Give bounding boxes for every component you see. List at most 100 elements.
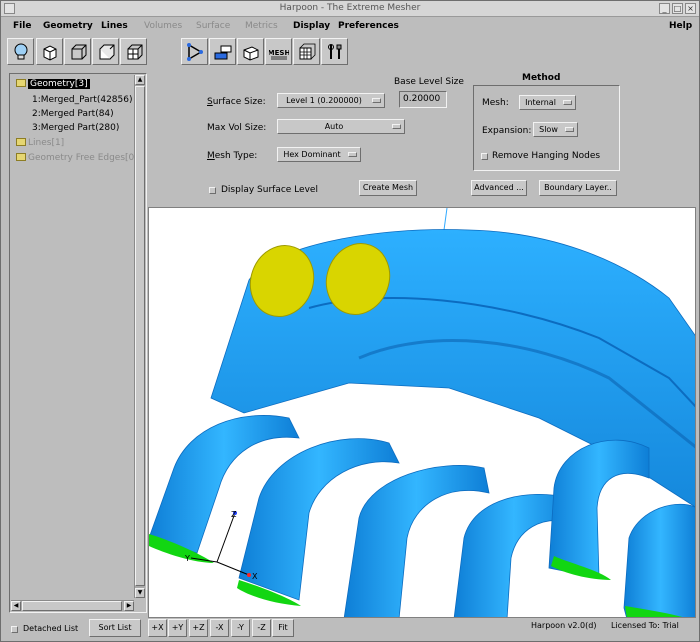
app-window: Harpoon - The Extreme Mesher _ □ × File … [0, 0, 700, 642]
toolbar-button-solid[interactable] [36, 38, 63, 65]
close-button[interactable]: × [685, 3, 696, 14]
detached-list-checkbox[interactable] [11, 626, 18, 633]
tree-item-part-1[interactable]: 1:Merged_Part(42856) [32, 95, 133, 105]
tree-item-geometry[interactable]: Geometry[3] [16, 79, 90, 89]
geometry-tree: Geometry[3] 1:Merged_Part(42856) 2:Merge… [12, 76, 134, 596]
scroll-right-icon[interactable]: ▶ [124, 601, 134, 611]
menu-bar: File Geometry Lines Volumes Surface Metr… [1, 18, 699, 35]
cube-face-icon [99, 44, 114, 59]
toolbar-button-lightbulb[interactable] [7, 38, 34, 65]
geometry-tree-panel: Geometry[3] 1:Merged_Part(42856) 2:Merge… [9, 73, 147, 613]
display-surface-level-label: Display Surface Level [221, 185, 318, 195]
tree-vertical-scrollbar[interactable]: ▲ ▼ [134, 75, 145, 598]
toolbar-button-mesh-cube[interactable] [293, 38, 320, 65]
blocks-icon [214, 45, 231, 59]
scroll-down-icon[interactable]: ▼ [135, 588, 145, 598]
dropdown-caret-icon [392, 124, 401, 129]
tree-item-lines[interactable]: Lines[1] [16, 138, 64, 148]
axis-label-y: Y [184, 554, 190, 563]
base-level-size-field[interactable]: 0.20000 [399, 91, 447, 108]
menu-metrics[interactable]: Metrics [245, 21, 278, 31]
scroll-left-icon[interactable]: ◀ [11, 601, 21, 611]
tools-icon [327, 43, 341, 59]
view-plus-x-button[interactable]: +X [148, 619, 167, 637]
dropdown-caret-icon [563, 100, 572, 105]
license-text: Licensed To: Trial [611, 621, 679, 630]
sort-list-button[interactable]: Sort List [89, 619, 141, 637]
view-plus-z-button[interactable]: +Z [189, 619, 208, 637]
3d-viewport[interactable]: Z Y X [148, 207, 696, 618]
menu-display[interactable]: Display [293, 21, 330, 31]
advanced-button[interactable]: Advanced ... [471, 180, 527, 196]
method-title: Method [522, 73, 561, 83]
menu-volumes[interactable]: Volumes [144, 21, 182, 31]
expansion-dropdown[interactable]: Slow [533, 122, 578, 137]
expansion-label: Expansion: [482, 126, 532, 136]
tree-horizontal-scrollbar[interactable]: ◀ ▶ [11, 600, 134, 611]
remove-hanging-nodes-label: Remove Hanging Nodes [492, 151, 601, 161]
tree-item-free-edges[interactable]: Geometry Free Edges[0] [16, 153, 134, 163]
lightbulb-icon [14, 43, 27, 59]
menu-file[interactable]: File [13, 21, 31, 31]
mesh-cube-icon [299, 43, 315, 59]
manifold-model[interactable]: Z Y X [149, 208, 696, 618]
view-minus-x-button[interactable]: -X [210, 619, 229, 637]
toolbar-button-cube-tilted[interactable] [237, 38, 264, 65]
toolbar: MESH [1, 36, 699, 68]
detached-list-label: Detached List [23, 624, 79, 633]
folder-icon [16, 138, 26, 146]
view-minus-z-button[interactable]: -Z [252, 619, 271, 637]
tree-item-part-2[interactable]: 2:Merged Part(84) [32, 109, 114, 119]
toolbar-button-face[interactable] [92, 38, 119, 65]
menu-lines[interactable]: Lines [101, 21, 128, 31]
maximize-button[interactable]: □ [672, 3, 683, 14]
triangle-nodes-icon [186, 42, 203, 61]
boundary-layer-button[interactable]: Boundary Layer.. [539, 180, 617, 196]
axis-label-x: X [252, 572, 258, 581]
cube-wire-icon [71, 44, 86, 59]
folder-open-icon [16, 79, 26, 87]
dropdown-caret-icon [348, 152, 357, 157]
view-plus-y-button[interactable]: +Y [168, 619, 187, 637]
menu-surface[interactable]: Surface [196, 21, 230, 31]
toolbar-button-blocks[interactable] [209, 38, 236, 65]
method-mesh-dropdown[interactable]: Internal [519, 95, 576, 110]
scroll-up-icon[interactable]: ▲ [135, 75, 145, 85]
toolbar-button-wire[interactable] [64, 38, 91, 65]
status-bar: Detached List Sort List +X +Y +Z -X -Y -… [1, 617, 699, 642]
version-text: Harpoon v2.0(d) [531, 621, 597, 630]
menu-preferences[interactable]: Preferences [338, 21, 399, 31]
minimize-button[interactable]: _ [659, 3, 670, 14]
tree-item-part-3[interactable]: 3:Merged Part(280) [32, 123, 119, 133]
surface-size-dropdown[interactable]: Level 1 (0.200000) [277, 93, 385, 108]
display-surface-level-checkbox[interactable] [209, 187, 216, 194]
cube-tilted-icon [243, 45, 258, 61]
menu-geometry[interactable]: Geometry [43, 21, 93, 31]
base-level-size-label: Base Level Size [394, 77, 464, 87]
menu-help[interactable]: Help [669, 21, 692, 31]
axis-label-z: Z [231, 510, 237, 519]
dropdown-caret-icon [565, 127, 574, 132]
create-mesh-button[interactable]: Create Mesh [359, 180, 417, 196]
mesh-icon: MESH [269, 49, 289, 59]
max-vol-size-dropdown[interactable]: Auto [277, 119, 405, 134]
surface-size-label: Surface Size: [207, 97, 266, 107]
method-mesh-label: Mesh: [482, 98, 509, 108]
toolbar-button-triangle[interactable] [181, 38, 208, 65]
view-minus-y-button[interactable]: -Y [231, 619, 250, 637]
cube-solid-icon [43, 44, 56, 61]
folder-icon [16, 153, 26, 161]
scroll-thumb-horizontal[interactable] [22, 601, 122, 611]
toolbar-button-grid[interactable] [120, 38, 147, 65]
scroll-thumb[interactable] [135, 86, 145, 586]
view-fit-button[interactable]: Fit [272, 619, 294, 637]
toolbar-button-tools[interactable] [321, 38, 348, 65]
window-title: Harpoon - The Extreme Mesher [279, 3, 421, 13]
max-vol-size-label: Max Vol Size: [207, 123, 267, 133]
pipe-6 [623, 504, 695, 617]
mesh-type-dropdown[interactable]: Hex Dominant [277, 147, 361, 162]
title-bar: Harpoon - The Extreme Mesher _ □ × [1, 1, 699, 17]
dropdown-caret-icon [372, 98, 381, 103]
toolbar-button-mesh[interactable]: MESH [265, 38, 292, 65]
remove-hanging-nodes-checkbox[interactable] [481, 153, 488, 160]
